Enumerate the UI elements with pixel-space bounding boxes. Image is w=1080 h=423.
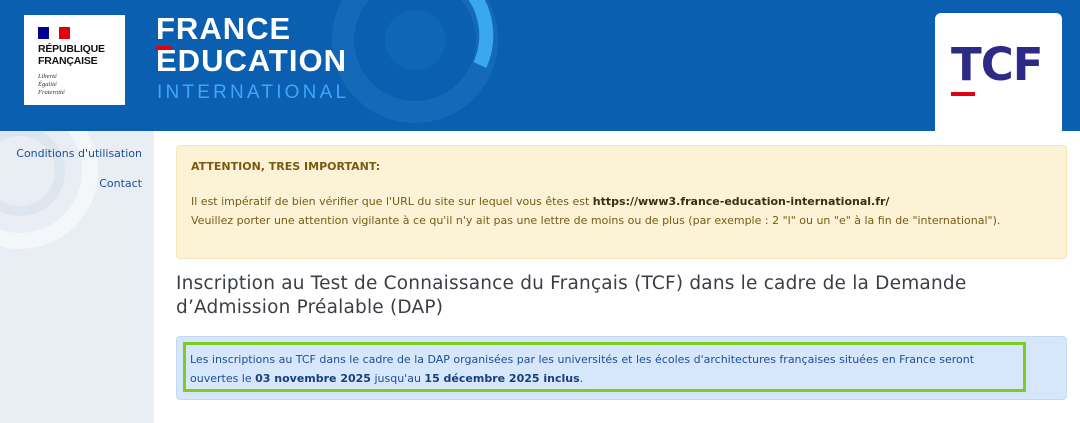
- info-date-start: 03 novembre 2025: [255, 372, 371, 385]
- sidebar-link-contact[interactable]: Contact: [99, 177, 142, 190]
- info-date-end: 15 décembre 2025 inclus: [424, 372, 580, 385]
- tcf-logo[interactable]: TCF: [951, 40, 1043, 90]
- republique-motto: Liberté Égalité Fraternité: [38, 73, 65, 96]
- site-header: RÉPUBLIQUE FRANÇAISE Liberté Égalité Fra…: [0, 0, 1080, 131]
- fei-logo-france[interactable]: FRANCE: [156, 12, 291, 46]
- fei-logo-education[interactable]: EDUCATION: [156, 43, 347, 79]
- tcf-logo-underline: [951, 92, 975, 96]
- sidebar-link-conditions[interactable]: Conditions d'utilisation: [16, 147, 142, 160]
- flag-blue: [38, 27, 49, 39]
- flag-white: [48, 27, 60, 39]
- info-text: Les inscriptions au TCF dans le cadre de…: [190, 350, 1025, 388]
- page-title: Inscription au Test de Connaissance du F…: [176, 273, 967, 318]
- sidebar-decoration: [0, 131, 98, 249]
- info-text-b: jusqu'au: [370, 372, 425, 385]
- fei-logo-international[interactable]: INTERNATIONAL: [157, 82, 349, 104]
- french-flag-icon: [38, 27, 71, 39]
- info-text-c: .: [579, 372, 584, 385]
- fei-accent-bar: [156, 46, 172, 50]
- warning-line1: Il est impératif de bien vérifier que l'…: [191, 195, 593, 208]
- warning-line2: Veuillez porter une attention vigilante …: [191, 214, 1001, 227]
- warning-title: ATTENTION, TRES IMPORTANT:: [191, 160, 381, 173]
- warning-alert: ATTENTION, TRES IMPORTANT: Il est impéra…: [176, 145, 1067, 259]
- republique-title: RÉPUBLIQUE FRANÇAISE: [38, 43, 105, 67]
- sidebar: Conditions d'utilisation Contact: [0, 131, 154, 423]
- warning-url: https://www3.france-education-internatio…: [592, 195, 890, 208]
- republique-francaise-logo[interactable]: RÉPUBLIQUE FRANÇAISE Liberté Égalité Fra…: [24, 15, 125, 105]
- flag-red: [59, 27, 71, 39]
- warning-body: Il est impératif de bien vérifier que l'…: [191, 192, 1041, 230]
